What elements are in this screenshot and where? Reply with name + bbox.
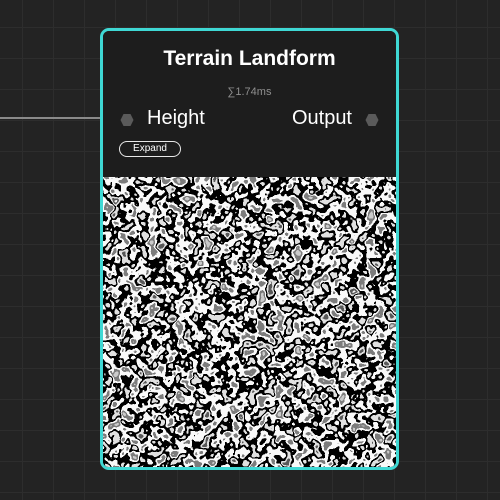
node-header[interactable]: Terrain Landform ∑1.74ms Height Output E… bbox=[103, 31, 396, 177]
graph-canvas[interactable]: Terrain Landform ∑1.74ms Height Output E… bbox=[0, 0, 500, 500]
output-port-icon[interactable] bbox=[365, 113, 379, 127]
expand-button[interactable]: Expand bbox=[119, 141, 181, 157]
terrain-landform-node[interactable]: Terrain Landform ∑1.74ms Height Output E… bbox=[100, 28, 399, 470]
noise-texture bbox=[103, 177, 396, 467]
input-port-label: Height bbox=[147, 107, 205, 129]
node-title: Terrain Landform bbox=[163, 47, 336, 70]
input-port-icon[interactable] bbox=[120, 113, 134, 127]
connection-wire[interactable] bbox=[0, 117, 102, 119]
timing-readout: ∑1.74ms bbox=[227, 86, 272, 98]
output-port-label: Output bbox=[291, 107, 352, 129]
terrain-preview-image bbox=[103, 177, 396, 467]
